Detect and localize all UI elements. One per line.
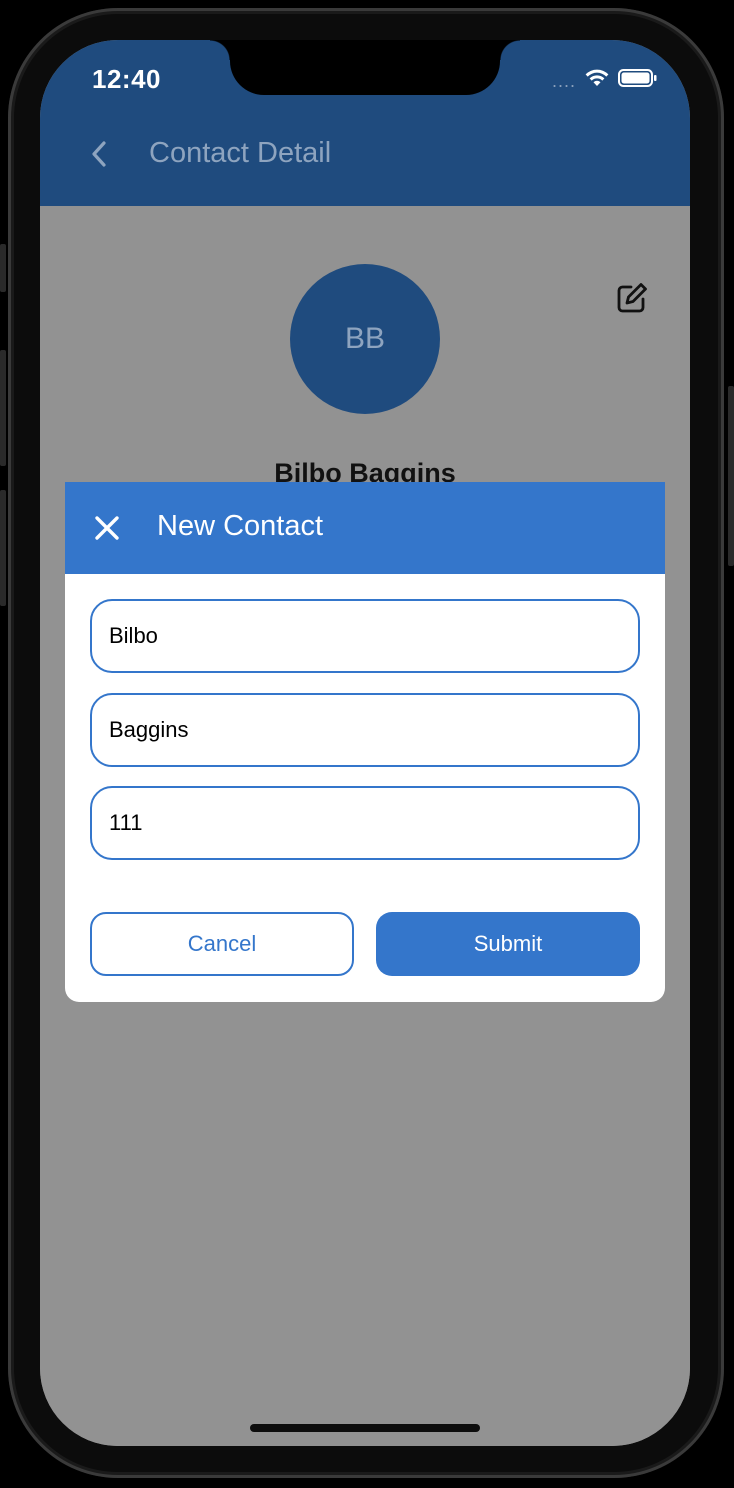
status-icons: .... — [552, 68, 658, 93]
last-name-field[interactable] — [90, 693, 640, 767]
side-button-left-1 — [0, 244, 6, 292]
edit-icon — [614, 283, 650, 320]
device: 12:40 .... Contact Detail BB Bilbo Baggi… — [0, 0, 734, 1488]
avatar-initials: BB — [344, 322, 386, 355]
side-button-left-2 — [0, 350, 6, 466]
edit-button[interactable] — [614, 280, 650, 316]
cancel-button[interactable]: Cancel — [90, 912, 354, 976]
chevron-left-icon — [90, 140, 108, 173]
modal-header: New Contact — [65, 482, 665, 574]
side-button-left-3 — [0, 490, 6, 606]
close-icon — [93, 516, 121, 546]
avatar: BB — [290, 264, 440, 414]
device-notch — [210, 40, 520, 95]
submit-button[interactable]: Submit — [376, 912, 640, 976]
new-contact-modal: New Contact Cancel Submit — [65, 482, 665, 1002]
phone-field[interactable] — [90, 786, 640, 860]
nav-title: Contact Detail — [149, 137, 332, 169]
battery-icon — [618, 68, 658, 93]
close-button[interactable] — [93, 514, 121, 542]
wifi-icon — [584, 68, 610, 93]
signal-dots: .... — [551, 70, 576, 91]
home-indicator[interactable] — [250, 1424, 480, 1432]
first-name-field[interactable] — [90, 599, 640, 673]
modal-title: New Contact — [157, 510, 324, 542]
screen: 12:40 .... Contact Detail BB Bilbo Baggi… — [40, 40, 690, 1446]
back-button[interactable] — [84, 136, 114, 176]
status-time: 12:40 — [92, 64, 161, 94]
side-button-right — [728, 386, 734, 566]
